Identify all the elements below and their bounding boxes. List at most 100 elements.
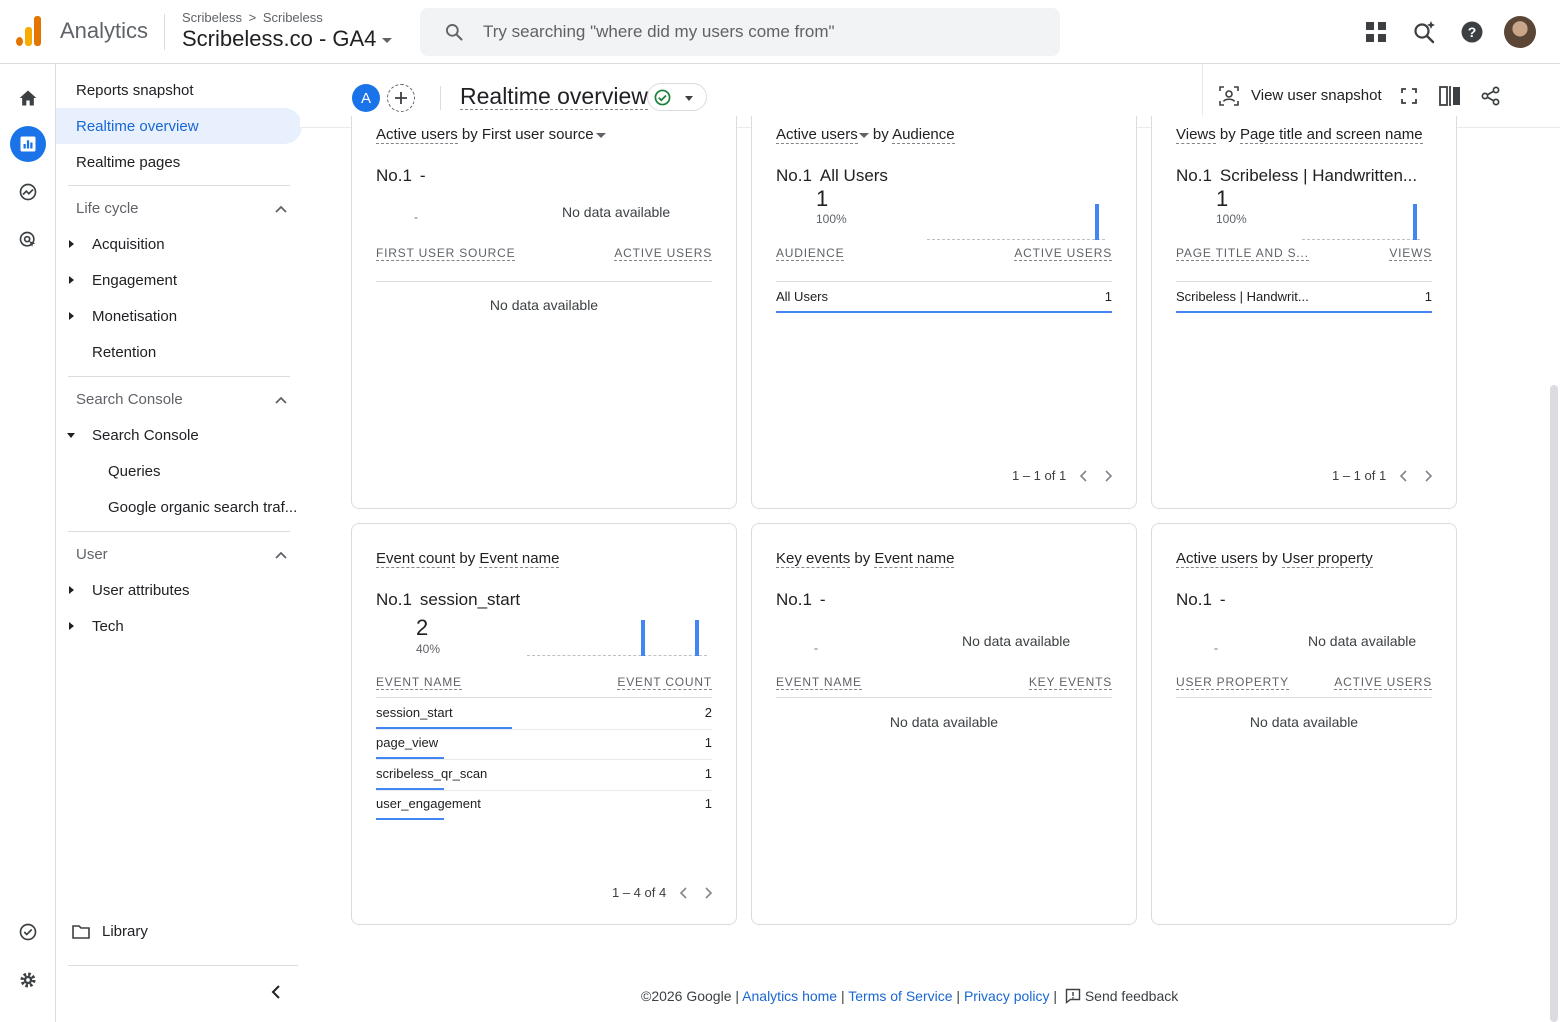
section-life-cycle[interactable]: Life cycle [76, 200, 139, 217]
nav-tech[interactable]: Tech [92, 618, 124, 635]
metric-dropdown-icon[interactable] [858, 132, 869, 138]
chevron-up-icon[interactable] [274, 548, 288, 562]
chart-no-data: No data available [1308, 633, 1417, 649]
chevron-up-icon[interactable] [274, 393, 288, 407]
terms-of-service-link[interactable]: Terms of Service [848, 988, 952, 1004]
nav-queries[interactable]: Queries [108, 463, 161, 480]
page-scrollbar[interactable] [1550, 385, 1558, 1022]
table-row-value: 1 [704, 796, 712, 811]
nav-realtime-overview[interactable]: Realtime overview [56, 108, 302, 144]
section-search-console[interactable]: Search Console [76, 391, 183, 408]
sparkline-bar [1413, 204, 1417, 240]
top-item: No.1 Scribeless | Handwritten... [1176, 166, 1418, 185]
table-no-data: No data available [489, 297, 599, 313]
analytics-logo[interactable] [16, 16, 42, 46]
account-avatar[interactable] [1504, 16, 1536, 48]
search-bar[interactable]: Try searching "where did my users come f… [420, 8, 1060, 56]
nav-realtime-pages[interactable]: Realtime pages [56, 144, 302, 180]
collapse-arrow-icon[interactable] [67, 433, 75, 438]
search-placeholder: Try searching "where did my users come f… [483, 22, 835, 41]
add-comparison-button[interactable] [387, 84, 415, 112]
user-snapshot-icon [1219, 86, 1239, 106]
home-icon[interactable] [10, 80, 46, 116]
folder-icon [72, 925, 90, 939]
expand-arrow-icon[interactable] [69, 586, 74, 594]
card-title: Active users by First user source [376, 126, 606, 144]
sparkline-chart [927, 200, 1105, 240]
expand-arrow-icon[interactable] [69, 240, 74, 248]
fullscreen-icon[interactable] [1401, 88, 1417, 104]
chart-no-data: No data available [562, 204, 671, 220]
nav-retention[interactable]: Retention [92, 344, 156, 361]
left-rail [0, 64, 56, 1022]
send-feedback-link[interactable]: Send feedback [1085, 988, 1178, 1004]
next-page-icon[interactable] [1102, 470, 1114, 482]
search-icon [446, 24, 463, 41]
card-active-users-by-user-property: Active users by User property No.1- - No… [1151, 523, 1457, 925]
card-active-users-by-audience: Active users by Audience No.1 All Users 1… [751, 116, 1137, 509]
table-no-data: No data available [889, 714, 999, 730]
top-app-bar: Analytics Scribeless > Scribeless Scribe… [0, 0, 1560, 64]
top-item-percent: 100% [816, 212, 847, 226]
next-page-icon[interactable] [1422, 470, 1434, 482]
prev-page-icon[interactable] [1078, 470, 1090, 482]
prev-page-icon[interactable] [678, 887, 690, 899]
account-breadcrumb[interactable]: Scribeless > Scribeless [182, 10, 323, 25]
comparison-chip-a[interactable]: A [352, 84, 380, 112]
table-header: FIRST USER SOURCE ACTIVE USERS [376, 246, 712, 261]
analytics-home-link[interactable]: Analytics home [742, 988, 837, 1004]
nav-reports-snapshot[interactable]: Reports snapshot [56, 72, 302, 108]
status-dropdown[interactable] [647, 83, 707, 111]
admin-check-icon[interactable] [10, 914, 46, 950]
feedback-icon[interactable] [1065, 988, 1081, 1004]
sparkline-bar [1095, 204, 1099, 240]
expand-arrow-icon[interactable] [69, 312, 74, 320]
top-item: No.1- [376, 166, 426, 185]
dimension-dropdown-icon[interactable] [595, 132, 606, 138]
settings-gear-icon[interactable] [10, 962, 46, 998]
nav-user-attributes[interactable]: User attributes [92, 582, 190, 599]
reports-icon[interactable] [10, 126, 46, 162]
pagination-label: 1 – 1 of 1 [1332, 468, 1387, 483]
page-title[interactable]: Realtime overview [460, 83, 648, 110]
top-item: No.1 session_start [376, 590, 521, 609]
help-icon[interactable]: ? [1460, 20, 1484, 44]
expand-arrow-icon[interactable] [69, 276, 74, 284]
copyright: ©2026 Google [641, 988, 732, 1004]
search-insights-icon[interactable] [1412, 20, 1436, 44]
table-row-value: 1 [1424, 289, 1432, 304]
compare-columns-icon[interactable] [1439, 86, 1461, 106]
top-item: No.1 All Users [776, 166, 888, 185]
nav-engagement[interactable]: Engagement [92, 272, 177, 289]
prev-page-icon[interactable] [1398, 470, 1410, 482]
analytics-app: Analytics Scribeless > Scribeless Scribe… [0, 0, 1560, 1022]
share-icon[interactable] [1481, 86, 1501, 106]
apps-icon[interactable] [1364, 20, 1388, 44]
top-item-value: 2 [416, 615, 429, 640]
privacy-policy-link[interactable]: Privacy policy [964, 988, 1050, 1004]
table-row-value: 2 [704, 705, 712, 720]
card-active-users-by-source: Active users by First user source No.1- … [351, 116, 737, 509]
view-user-snapshot-button[interactable]: View user snapshot [1251, 87, 1382, 104]
nav-search-console-group[interactable]: Search Console [92, 427, 199, 444]
nav-acquisition[interactable]: Acquisition [92, 236, 165, 253]
table-header: EVENT NAME KEY EVENTS [776, 675, 1112, 690]
nav-monetisation[interactable]: Monetisation [92, 308, 177, 325]
card-views-by-page-title: Views by Page title and screen name No.1… [1151, 116, 1457, 509]
chart-no-data: No data available [962, 633, 1071, 649]
property-selector[interactable]: Scribeless.co - GA4 [182, 26, 393, 52]
side-navigation: Reports snapshot Realtime overview Realt… [56, 64, 302, 1022]
collapse-nav-icon[interactable] [268, 984, 284, 1000]
check-circle-icon [654, 89, 671, 106]
dropdown-arrow-icon [382, 37, 393, 43]
nav-google-organic-search-traffic[interactable]: Google organic search traf... [108, 499, 297, 516]
advertising-icon[interactable] [10, 222, 46, 258]
chevron-up-icon[interactable] [274, 202, 288, 216]
section-user[interactable]: User [76, 546, 108, 563]
nav-library[interactable]: Library [102, 923, 148, 940]
top-item: No.1- [1176, 590, 1226, 609]
table-header: EVENT NAME EVENT COUNT [376, 675, 712, 690]
expand-arrow-icon[interactable] [69, 622, 74, 630]
next-page-icon[interactable] [702, 887, 714, 899]
explore-icon[interactable] [10, 174, 46, 210]
